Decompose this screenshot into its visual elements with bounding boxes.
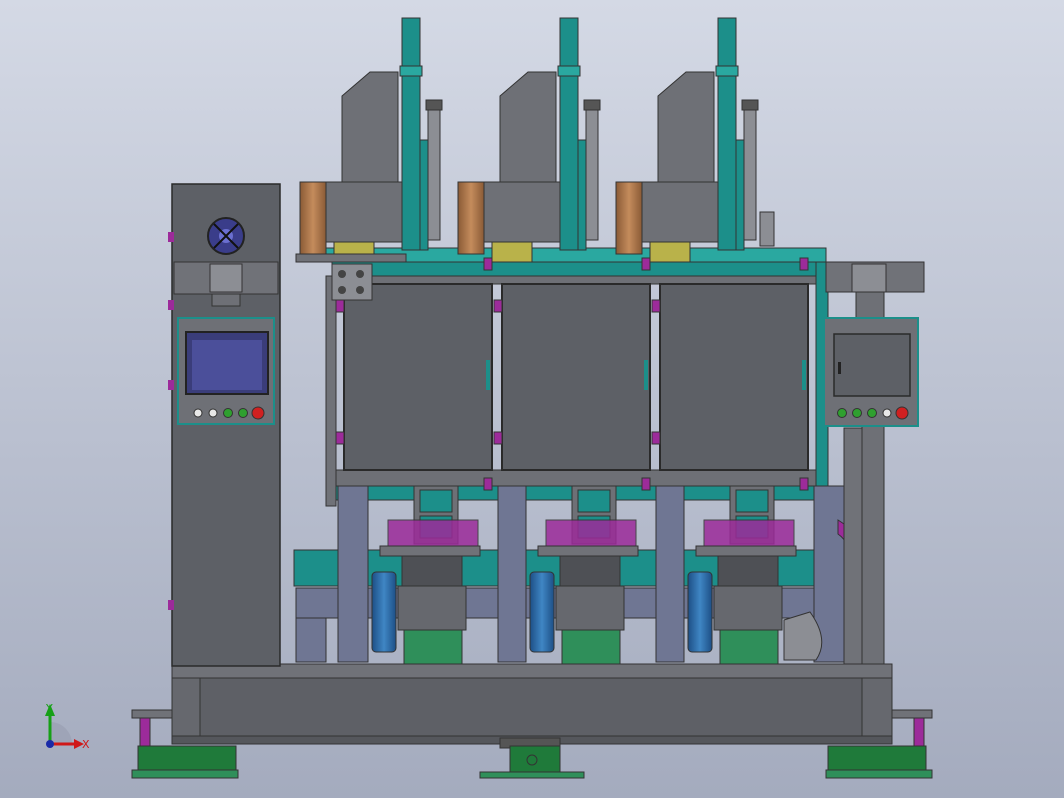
box-button-1[interactable]: [837, 408, 847, 418]
drum-1: [371, 571, 397, 653]
y-axis-label: Y: [45, 702, 53, 715]
box-indicator: [882, 408, 892, 418]
indicator-light-2: [208, 408, 218, 418]
cooling-fan-icon: [207, 217, 245, 255]
drum-2: [529, 571, 555, 653]
cabinet-door-3[interactable]: [659, 283, 809, 471]
box-button-3[interactable]: [867, 408, 877, 418]
cabinet-door-1[interactable]: [343, 283, 493, 471]
box-button-2[interactable]: [852, 408, 862, 418]
reset-button[interactable]: [238, 408, 248, 418]
cabinet-post-left: [325, 275, 337, 507]
cabinet-door-2[interactable]: [501, 283, 651, 471]
right-electrical-box[interactable]: [823, 317, 919, 427]
emergency-stop-button[interactable]: [251, 406, 265, 420]
base-frame: [171, 663, 893, 745]
key-switch-plate: [331, 263, 373, 301]
start-button[interactable]: [223, 408, 233, 418]
box-latch-icon[interactable]: [838, 362, 841, 374]
x-axis-label: X: [82, 738, 90, 751]
cad-assembly-view: X Y: [0, 0, 1064, 798]
indicator-light-1: [193, 408, 203, 418]
box-emergency-stop[interactable]: [895, 406, 909, 420]
drum-3: [687, 571, 713, 653]
